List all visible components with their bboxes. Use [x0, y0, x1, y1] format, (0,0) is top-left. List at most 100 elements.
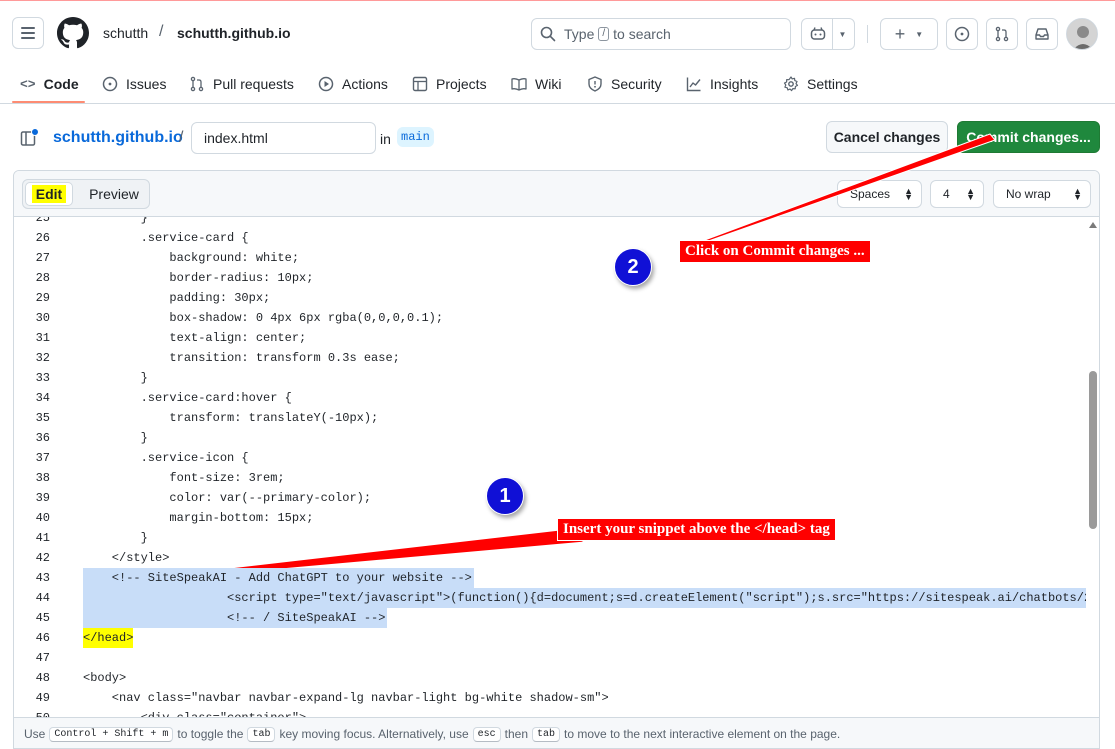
create-new-button[interactable]: + ▼: [880, 18, 938, 50]
tab-preview[interactable]: Preview: [79, 180, 149, 208]
shield-icon: [588, 76, 602, 92]
copilot-button[interactable]: ▼: [801, 18, 855, 50]
inbox-button[interactable]: [1026, 18, 1058, 50]
scroll-thumb[interactable]: [1089, 371, 1097, 529]
wrap-mode-select[interactable]: No wrap ▲ ▼: [993, 180, 1091, 208]
code-line[interactable]: 26 .service-card {: [14, 228, 1086, 248]
repo-nav: <> Code Issues Pull requests Actions Pro…: [0, 64, 1115, 104]
code-line[interactable]: 30 box-shadow: 0 4px 6px rgba(0,0,0,0.1)…: [14, 308, 1086, 328]
tab-pull-requests[interactable]: Pull requests: [189, 72, 294, 96]
code-text: </head>: [83, 628, 134, 648]
code-text: }: [83, 217, 148, 225]
line-number: 29: [35, 291, 50, 305]
branch-badge: main: [397, 127, 434, 147]
issue-icon: [102, 76, 118, 92]
code-line[interactable]: 48 <body>: [14, 668, 1086, 688]
active-tab-indicator: [12, 101, 85, 103]
code-line[interactable]: 29 padding: 30px;: [14, 288, 1086, 308]
code-line[interactable]: 43 <!-- SiteSpeakAI - Add ChatGPT to you…: [14, 568, 1086, 588]
edit-breadcrumb-repo[interactable]: schutth.github.io: [53, 129, 183, 147]
indent-mode-select[interactable]: Spaces ▲ ▼: [837, 180, 922, 208]
line-number: 25: [35, 217, 50, 225]
line-number: 49: [35, 691, 50, 705]
code-text: text-align: center;: [83, 331, 307, 345]
breadcrumb-separator: /: [159, 23, 164, 40]
code-line[interactable]: 38 font-size: 3rem;: [14, 468, 1086, 488]
editor-toolbar: Edit Preview Spaces ▲ ▼ 4 ▲ ▼ No wrap ▲ ▼: [14, 171, 1099, 217]
issues-button[interactable]: [946, 18, 978, 50]
search-suffix: to search: [613, 26, 671, 42]
code-line[interactable]: 49 <nav class="navbar navbar-expand-lg n…: [14, 688, 1086, 708]
avatar[interactable]: [1066, 18, 1098, 50]
scroll-up-icon[interactable]: [1089, 222, 1097, 228]
code-line[interactable]: 40 margin-bottom: 15px;: [14, 508, 1086, 528]
line-number: 27: [35, 251, 50, 265]
breadcrumb-repo[interactable]: schutth.github.io: [177, 25, 291, 41]
global-header: schutth / schutth.github.io Type / to se…: [0, 0, 1115, 64]
tab-actions[interactable]: Actions: [318, 72, 388, 96]
code-line[interactable]: 34 .service-card:hover {: [14, 388, 1086, 408]
code-line[interactable]: 50 <div class="container">: [14, 708, 1086, 717]
line-number: 26: [35, 231, 50, 245]
file-tree-toggle-icon[interactable]: [20, 128, 40, 148]
code-line[interactable]: 28 border-radius: 10px;: [14, 268, 1086, 288]
line-number: 35: [35, 411, 50, 425]
search-prefix: Type: [564, 26, 595, 42]
code-line[interactable]: 25 }: [14, 217, 1086, 228]
menu-button[interactable]: [12, 17, 44, 49]
filename-input[interactable]: [191, 122, 376, 154]
code-line[interactable]: 39 color: var(--primary-color);: [14, 488, 1086, 508]
code-line[interactable]: 47: [14, 648, 1086, 668]
user-avatar-icon: [1067, 19, 1097, 49]
tab-projects[interactable]: Projects: [412, 72, 487, 96]
code-text: <!-- / SiteSpeakAI -->: [83, 611, 386, 625]
tab-wiki[interactable]: Wiki: [511, 72, 561, 96]
code-line[interactable]: 27 background: white;: [14, 248, 1086, 268]
tab-insights[interactable]: Insights: [686, 72, 758, 96]
search-icon: [540, 26, 556, 42]
code-icon: <>: [20, 76, 36, 92]
cancel-changes-button[interactable]: Cancel changes: [826, 121, 948, 153]
pull-request-icon: [190, 76, 204, 92]
breadcrumb-owner[interactable]: schutth: [103, 25, 148, 41]
code-line[interactable]: 37 .service-icon {: [14, 448, 1086, 468]
line-number: 50: [14, 708, 50, 717]
code-line[interactable]: 46 </head>: [14, 628, 1086, 648]
code-line[interactable]: 32 transition: transform 0.3s ease;: [14, 348, 1086, 368]
tab-edit[interactable]: Edit: [25, 182, 73, 206]
code-text: background: white;: [83, 251, 300, 265]
line-number: 34: [35, 391, 50, 405]
tab-issues[interactable]: Issues: [102, 72, 166, 96]
code-line[interactable]: 45 <!-- / SiteSpeakAI -->: [14, 608, 1086, 628]
line-number: 33: [35, 371, 50, 385]
line-number: 28: [35, 271, 50, 285]
tab-code[interactable]: <> Code: [20, 72, 79, 96]
editor-footer: Use Control + Shift + m to toggle the ta…: [14, 717, 1099, 748]
pull-requests-button[interactable]: [986, 18, 1018, 50]
code-line[interactable]: 35 transform: translateY(-10px);: [14, 408, 1086, 428]
code-line[interactable]: 42 </style>: [14, 548, 1086, 568]
commit-changes-button[interactable]: Commit changes...: [957, 121, 1100, 153]
code-text: transform: translateY(-10px);: [83, 411, 379, 425]
github-logo-icon[interactable]: [57, 17, 89, 49]
editor-scrollbar[interactable]: [1086, 217, 1099, 717]
select-arrows-icon: ▲ ▼: [966, 186, 975, 202]
search-input[interactable]: Type / to search: [531, 18, 791, 50]
code-line[interactable]: 33 }: [14, 368, 1086, 388]
code-line[interactable]: 41 }: [14, 528, 1086, 548]
code-content[interactable]: 25 } 26 .service-card {27 background: whi…: [14, 217, 1086, 717]
tab-settings[interactable]: Settings: [783, 72, 858, 96]
code-editor: Edit Preview Spaces ▲ ▼ 4 ▲ ▼ No wrap ▲ ▼ 2…: [13, 170, 1100, 749]
code-text: <!-- SiteSpeakAI - Add ChatGPT to your w…: [83, 571, 472, 585]
callout-commit: Click on Commit changes ...: [679, 240, 871, 263]
chevron-down-icon[interactable]: ▼: [839, 30, 847, 39]
code-line[interactable]: 31 text-align: center;: [14, 328, 1086, 348]
tab-security[interactable]: Security: [587, 72, 662, 96]
indent-size-select[interactable]: 4 ▲ ▼: [930, 180, 984, 208]
in-label: in: [380, 131, 391, 147]
line-number: 44: [35, 591, 50, 605]
code-line[interactable]: 36 }: [14, 428, 1086, 448]
code-text: <body>: [83, 671, 127, 685]
code-line[interactable]: 44 <script type="text/javascript">(funct…: [14, 588, 1086, 608]
code-text: }: [83, 531, 148, 545]
